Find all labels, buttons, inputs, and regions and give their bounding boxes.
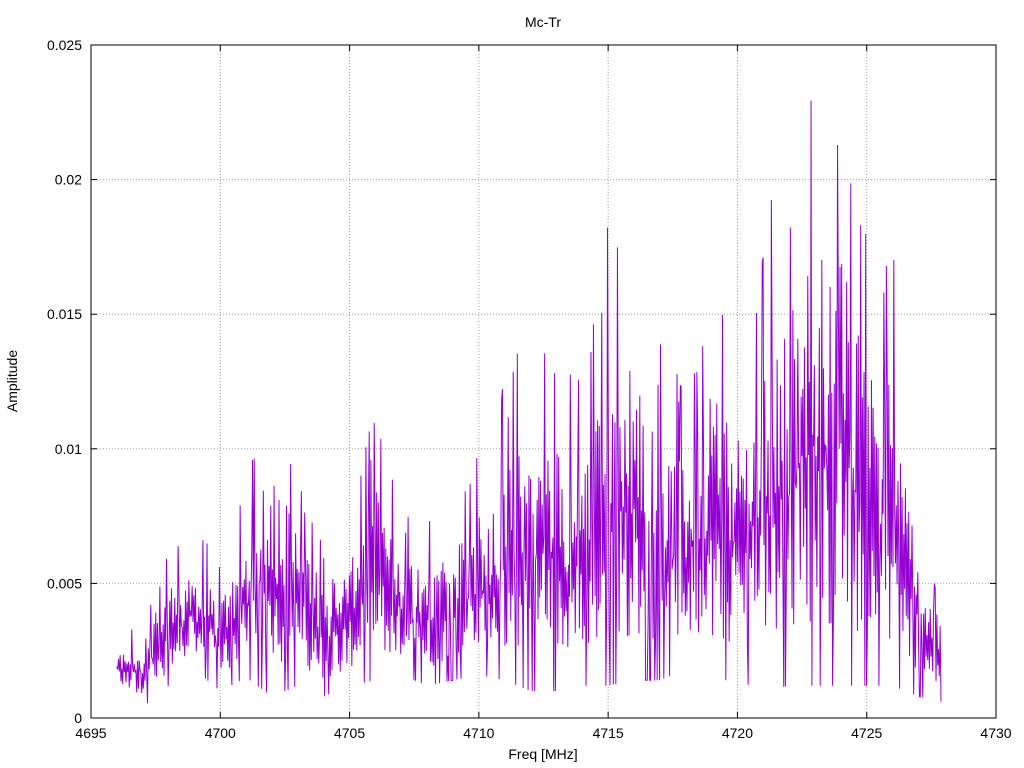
x-tick-label: 4695 — [75, 725, 106, 741]
x-tick-label: 4725 — [851, 725, 882, 741]
y-tick-label: 0.02 — [55, 172, 82, 188]
amplitude-series-line — [116, 100, 942, 704]
y-axis-label: Amplitude — [4, 350, 20, 412]
x-tick-label: 4730 — [980, 725, 1011, 741]
amplitude-vs-frequency-chart: Mc-Tr 4695 4700 4705 4710 4715 4720 4725 4730 0… — [4, 14, 1012, 762]
y-tick-label: 0.005 — [47, 575, 82, 591]
y-tick-label: 0 — [74, 710, 82, 726]
y-tick-label: 0.015 — [47, 306, 82, 322]
x-tick-label: 4720 — [722, 725, 753, 741]
series-layer — [116, 100, 942, 704]
y-tick-labels: 0 0.005 0.01 0.015 0.02 0.025 — [47, 37, 82, 726]
y-tick-label: 0.01 — [55, 441, 82, 457]
x-tick-label: 4710 — [463, 725, 494, 741]
chart-title: Mc-Tr — [525, 14, 561, 30]
x-tick-labels: 4695 4700 4705 4710 4715 4720 4725 4730 — [75, 725, 1011, 741]
x-axis-label: Freq [MHz] — [508, 746, 577, 762]
x-tick-label: 4715 — [593, 725, 624, 741]
x-tick-label: 4705 — [334, 725, 365, 741]
y-tick-label: 0.025 — [47, 37, 82, 53]
x-tick-label: 4700 — [205, 725, 236, 741]
